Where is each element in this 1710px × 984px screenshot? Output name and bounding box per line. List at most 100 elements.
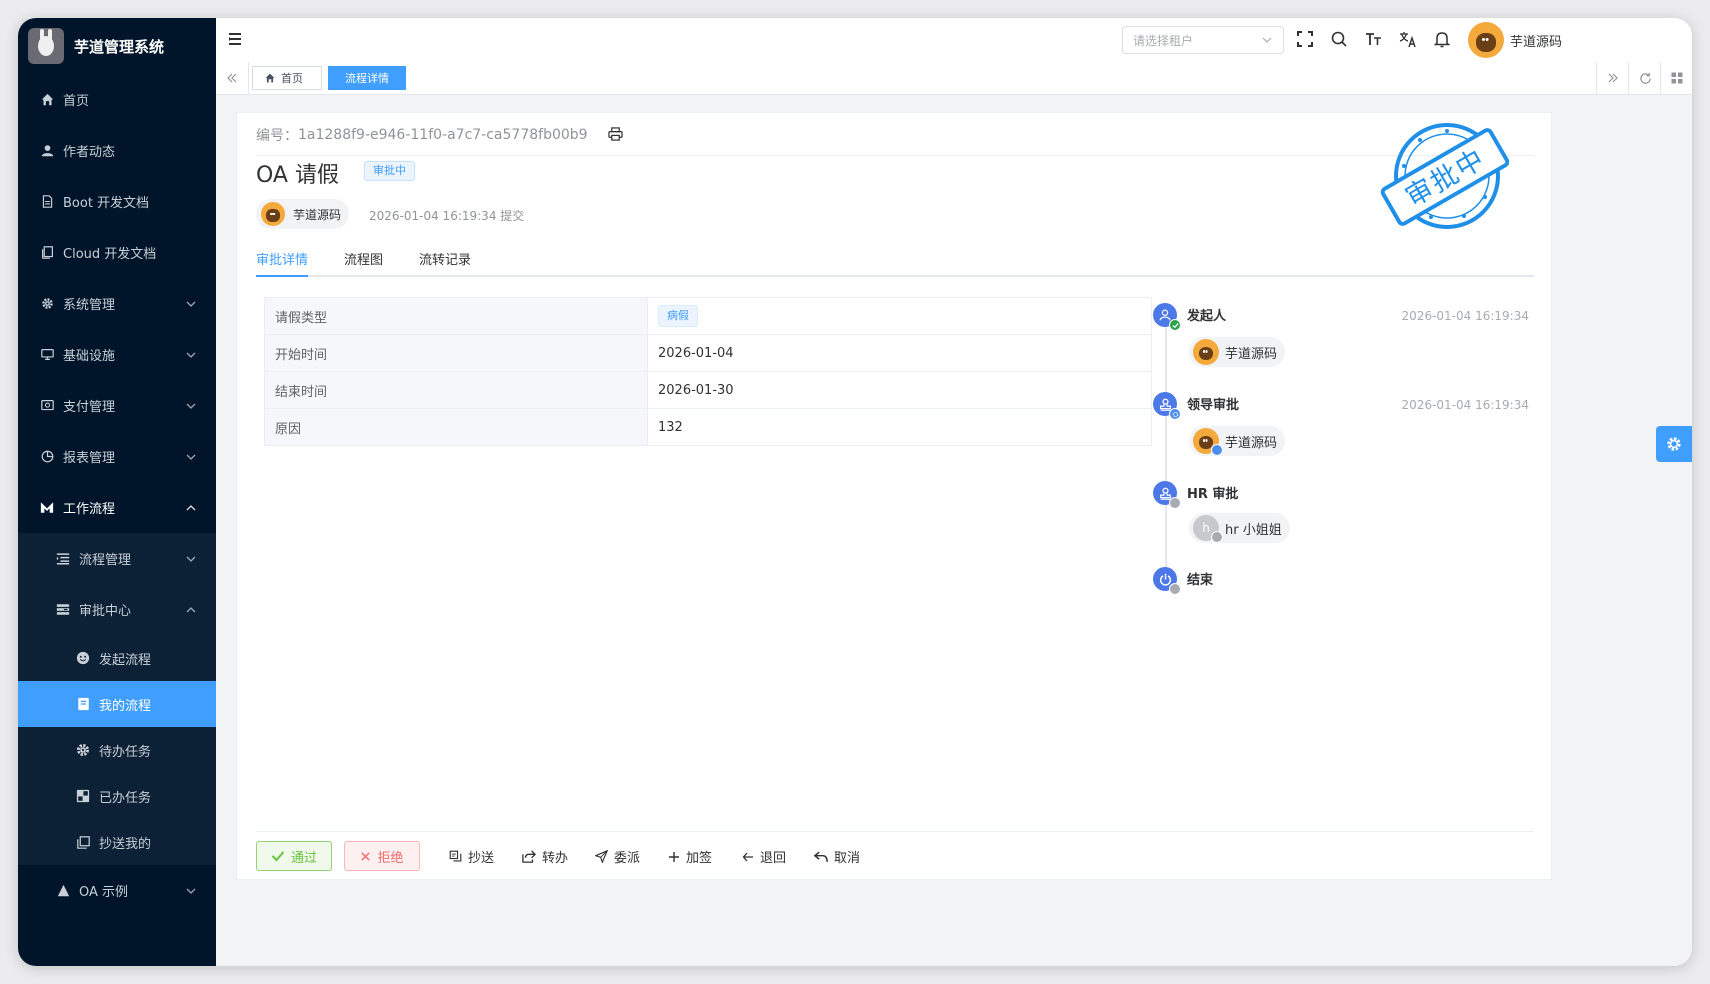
sidebar-item-label: 已办任务 [99,790,152,806]
starter-name: 芋道源码 [293,207,342,222]
squares-icon [76,789,90,803]
starter-avatar [261,202,285,226]
sidebar-item-system[interactable]: 系统管理 [18,278,216,329]
add-sign-label: 加签 [686,851,713,866]
logo-bar[interactable]: 芋道管理系统 [18,18,216,74]
double-chevron-right-icon [1608,73,1618,83]
chevron-down-icon [186,301,196,307]
sidebar-item-author-news[interactable]: 作者动态 [18,125,216,176]
sidebar-item-my-process[interactable]: 我的流程 [18,681,216,727]
cancel-button[interactable]: 取消 [814,847,860,866]
reject-button[interactable]: 拒绝 [344,841,420,871]
sidebar-item-label: 支付管理 [63,400,116,415]
user-name: 芋道源码 [1510,34,1563,50]
copy-button[interactable]: 抄送 [449,847,494,866]
sidebar-item-label: OA 示例 [79,885,129,900]
list-icon [56,552,70,566]
timeline-user-chip: h hr 小姐姐 [1189,513,1290,543]
oa-icon [56,884,70,898]
submit-time-value: 2026-01-04 16:19:34 [369,209,497,223]
timeline-user-name: 芋道源码 [1225,435,1278,451]
tag-home[interactable]: 首页 [252,66,322,90]
double-chevron-left-icon [227,73,237,83]
delegate-button[interactable]: 委派 [595,847,640,866]
sidebar-item-reports[interactable]: 报表管理 [18,431,216,482]
tenant-select-placeholder: 请选择租户 [1133,33,1194,48]
delegate-label: 委派 [614,851,641,866]
timeline-title: 发起人 [1187,309,1227,324]
user-menu[interactable]: 芋道源码 [1468,22,1562,58]
running-icon [1211,444,1223,456]
sidebar-item-label: 流程管理 [79,553,132,568]
refresh-button[interactable] [1628,62,1661,94]
payment-icon [40,399,54,413]
return-button[interactable]: 退回 [742,847,786,866]
approval-icon [56,603,70,617]
cancel-label: 取消 [834,851,861,866]
sidebar-item-done-tasks[interactable]: 已办任务 [18,773,216,819]
timeline-user-name: 芋道源码 [1225,346,1278,362]
leave-type-tag: 病假 [658,305,698,327]
tenant-select[interactable]: 请选择租户 [1122,26,1284,54]
logo-image [28,28,64,64]
active-tab-indicator [256,275,308,277]
power-icon [1159,573,1171,586]
app-window: 芋道管理系统 首页 作者动态 Boot 开发文档 Cloud 开发文档 系统管理… [18,18,1692,966]
chevron-down-icon [186,556,196,562]
sidebar-item-workflow[interactable]: 工作流程 [18,482,216,533]
approve-button[interactable]: 通过 [256,841,332,871]
sidebar-item-home[interactable]: 首页 [18,74,216,125]
sidebar-item-label: 发起流程 [99,652,152,668]
return-label: 退回 [760,851,787,866]
timeline-node-leader [1153,392,1181,420]
sidebar-item-payment[interactable]: 支付管理 [18,380,216,431]
sidebar-item-start-process[interactable]: 发起流程 [18,635,216,681]
timeline-node-starter [1153,303,1181,331]
sidebar-item-boot-docs[interactable]: Boot 开发文档 [18,176,216,227]
tags-scroll-left-button[interactable] [216,62,249,94]
add-sign-button[interactable]: 加签 [668,847,712,866]
send-icon [595,850,608,863]
font-size-icon[interactable] [1365,31,1382,47]
starter-chip: 芋道源码 [256,199,350,229]
sidebar-item-cloud-docs[interactable]: Cloud 开发文档 [18,227,216,278]
close-icon [361,851,371,861]
sidebar-item-infra[interactable]: 基础设施 [18,329,216,380]
chevron-down-icon [186,888,196,894]
settings-float-button[interactable] [1656,426,1692,462]
process-number: 编号： 1a1288f9-e946-11f0-a7c7-ca5778fb00b9 [256,125,623,145]
sidebar-item-label: 基础设施 [63,349,116,364]
bell-icon[interactable] [1434,31,1450,48]
timeline-time: 2026-01-04 16:19:34 [1401,309,1529,323]
timeline-user-name: hr 小姐姐 [1225,522,1282,538]
transfer-button[interactable]: 转办 [522,847,568,866]
translate-icon[interactable] [1399,31,1417,48]
sidebar-item-todo-tasks[interactable]: 待办任务 [18,727,216,773]
sidebar-item-process-management[interactable]: 流程管理 [18,533,216,584]
tags-menu-button[interactable] [1660,62,1692,94]
search-icon[interactable] [1331,31,1347,47]
tags-view-bar: 首页 流程详情 [216,62,1692,95]
running-icon [1169,408,1181,420]
plus-icon [669,851,679,862]
document-icon [40,195,54,209]
field-label: 原因 [264,408,648,446]
tag-process-detail[interactable]: 流程详情 [328,66,406,90]
tag-home-label: 首页 [281,72,303,85]
fullscreen-icon[interactable] [1297,31,1313,47]
sidebar-item-approval-center[interactable]: 审批中心 [18,584,216,635]
print-icon[interactable] [607,127,623,141]
hamburger-menu-icon[interactable] [228,32,242,46]
pending-clock-icon [1211,531,1223,543]
smile-icon [76,651,90,665]
user-icon [40,144,54,158]
title-divider [256,155,1534,156]
sidebar-item-oa-example[interactable]: OA 示例 [18,865,216,916]
chevron-up-icon [186,606,196,612]
process-number-label: 编号： [256,128,298,144]
tags-scroll-right-button[interactable] [1596,62,1629,94]
tab-flow-records[interactable]: 流转记录 [419,249,471,268]
tab-approval-detail[interactable]: 审批详情 [256,249,308,268]
tab-flow-chart[interactable]: 流程图 [344,249,383,268]
sidebar-item-cc-me[interactable]: 抄送我的 [18,819,216,865]
